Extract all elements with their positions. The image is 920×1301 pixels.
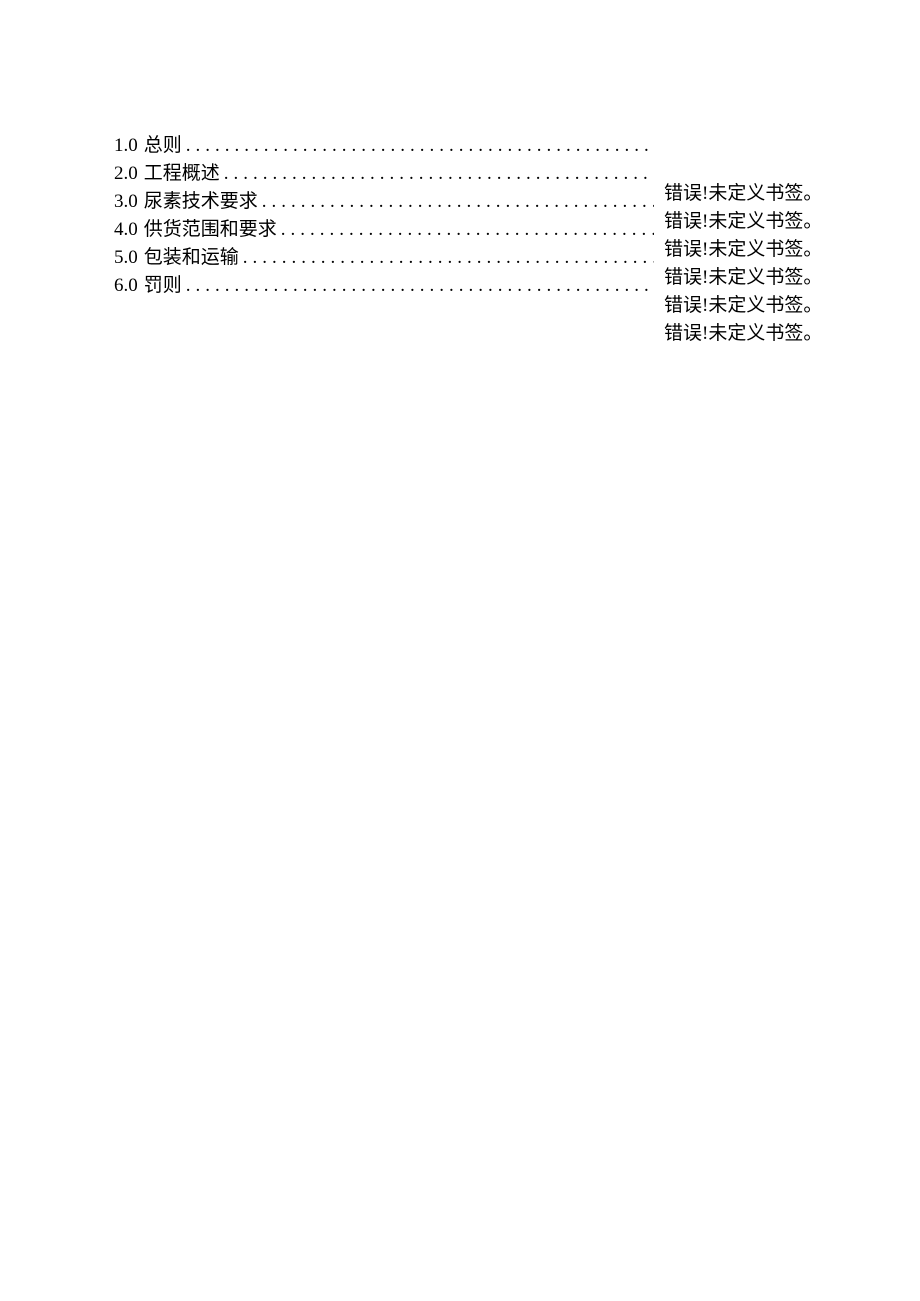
toc-entry: 6.0 罚则 .................................…	[114, 272, 654, 300]
bookmark-error: 错误!未定义书签。	[664, 320, 904, 348]
document-page: 1.0 总则 .................................…	[114, 132, 904, 300]
toc-entry: 5.0 包装和运输 ..............................…	[114, 244, 654, 272]
bookmark-error: 错误!未定义书签。	[664, 208, 904, 236]
toc-title: 总则	[144, 132, 182, 160]
error-list: 错误!未定义书签。 错误!未定义书签。 错误!未定义书签。 错误!未定义书签。 …	[664, 180, 904, 348]
toc-title: 尿素技术要求	[144, 188, 258, 216]
toc-leader-dots: ........................................…	[243, 244, 654, 272]
toc-number: 6.0	[114, 272, 138, 300]
toc-number: 2.0	[114, 160, 138, 188]
toc-leader-dots: ........................................…	[262, 188, 654, 216]
toc-leader-dots: ........................................…	[224, 160, 654, 188]
toc-leader-dots: ........................................…	[281, 216, 654, 244]
toc-title: 工程概述	[144, 160, 220, 188]
toc-number: 5.0	[114, 244, 138, 272]
toc-number: 4.0	[114, 216, 138, 244]
toc-entry: 3.0 尿素技术要求 .............................…	[114, 188, 654, 216]
toc-entry: 4.0 供货范围和要求 ............................…	[114, 216, 654, 244]
toc-entry: 2.0 工程概述 ...............................…	[114, 160, 654, 188]
toc-list: 1.0 总则 .................................…	[114, 132, 654, 300]
toc-leader-dots: ........................................…	[186, 132, 654, 160]
toc-title: 罚则	[144, 272, 182, 300]
bookmark-error: 错误!未定义书签。	[664, 264, 904, 292]
toc-title: 包装和运输	[144, 244, 239, 272]
toc-number: 3.0	[114, 188, 138, 216]
bookmark-error: 错误!未定义书签。	[664, 236, 904, 264]
toc-entry: 1.0 总则 .................................…	[114, 132, 654, 160]
toc-title: 供货范围和要求	[144, 216, 277, 244]
bookmark-error: 错误!未定义书签。	[664, 292, 904, 320]
bookmark-error: 错误!未定义书签。	[664, 180, 904, 208]
toc-number: 1.0	[114, 132, 138, 160]
toc-leader-dots: ........................................…	[186, 272, 654, 300]
